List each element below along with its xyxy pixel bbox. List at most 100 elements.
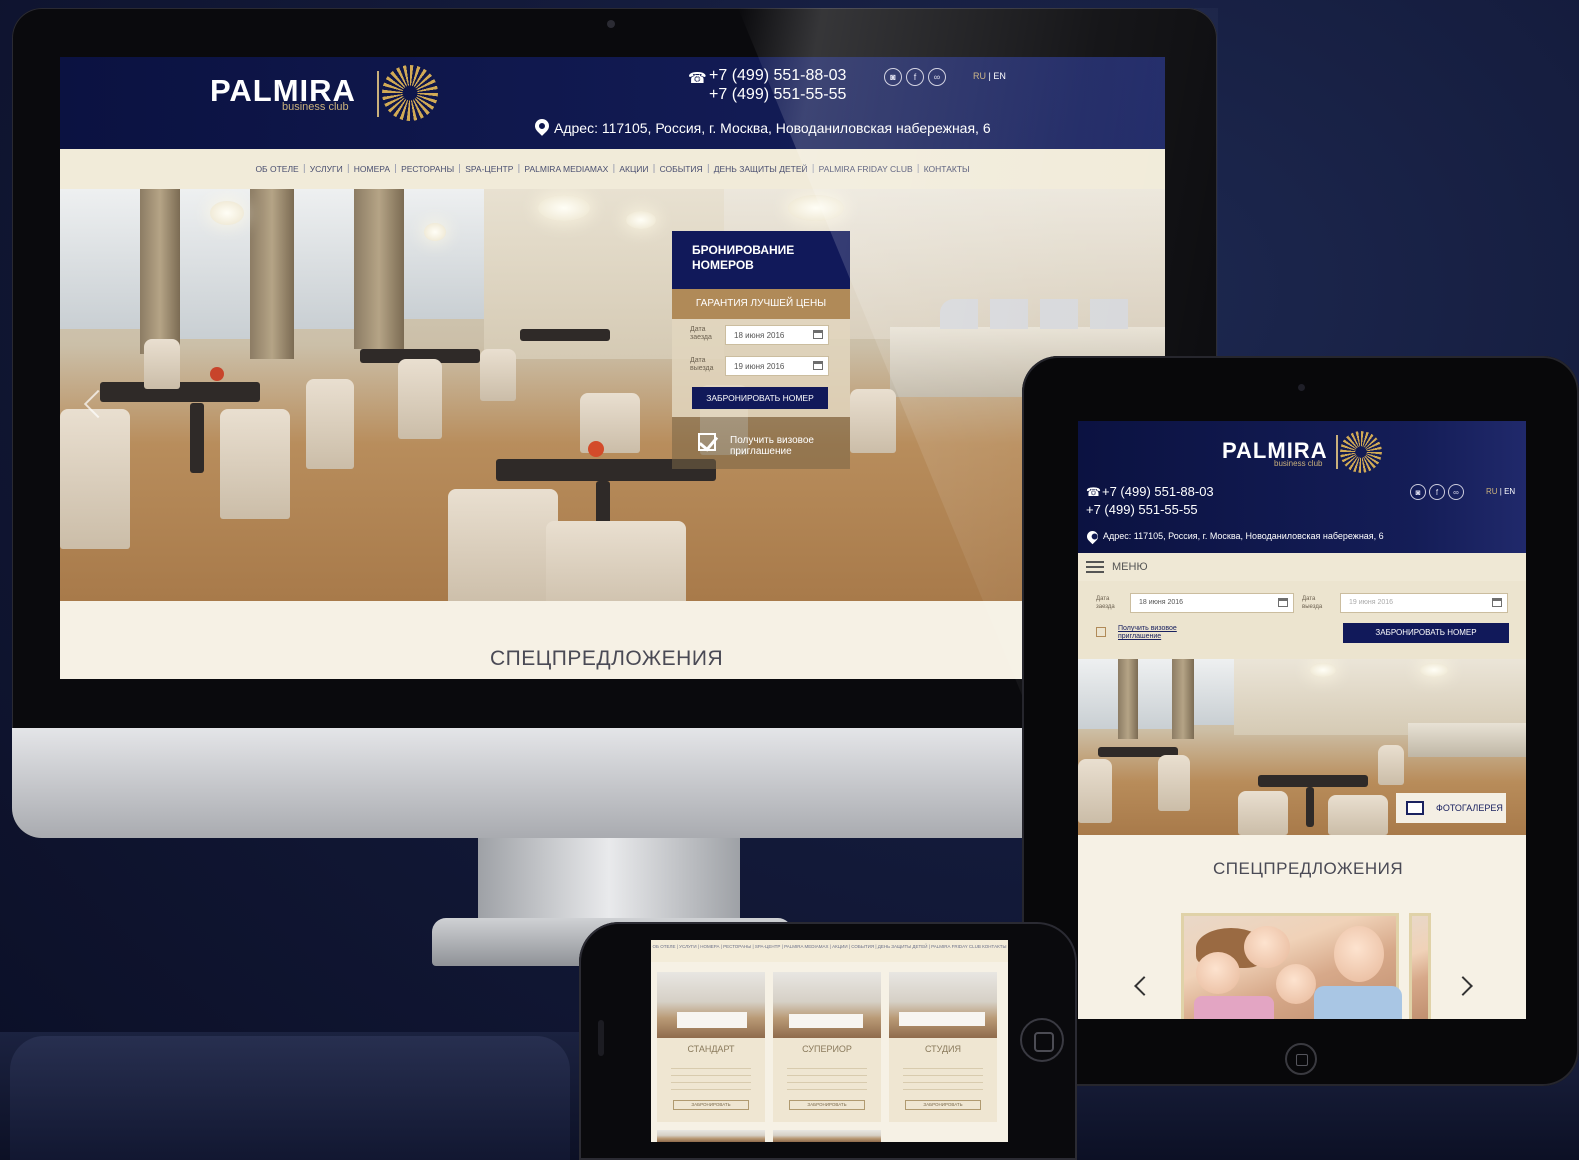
pendant-lamp	[1310, 663, 1336, 677]
best-price-guarantee[interactable]: ГАРАНТИЯ ЛУЧШЕЙ ЦЕНЫ	[672, 289, 850, 319]
room-card-standard[interactable]: СТАНДАРТ ЗАБРОНИРОВАТЬ	[657, 972, 765, 1122]
nav-restaurants[interactable]: РЕСТОРАНЫ	[397, 164, 458, 174]
nav-friday-club[interactable]: PALMIRA FRIDAY CLUB	[815, 164, 917, 174]
pendant-lamp	[626, 211, 656, 229]
phone-2[interactable]: +7 (499) 551-55-55	[1086, 502, 1198, 517]
nav-about[interactable]: ОБ ОТЕЛЕ	[251, 164, 302, 174]
arrival-date-field[interactable]: 18 июня 2016	[1130, 593, 1294, 613]
buffet-dishes	[940, 299, 1140, 329]
calendar-icon[interactable]	[1278, 598, 1288, 607]
pendant-lamp	[210, 201, 244, 225]
location-pin-icon	[532, 116, 552, 136]
instagram-icon[interactable]: ◙	[884, 68, 902, 86]
tripadvisor-icon[interactable]: ∞	[928, 68, 946, 86]
desk-reflection	[10, 1036, 570, 1160]
carousel-prev-icon[interactable]	[1134, 976, 1154, 996]
departure-date-field[interactable]: 19 июня 2016	[1340, 593, 1508, 613]
room-card-superior[interactable]: СУПЕРИОР ЗАБРОНИРОВАТЬ	[773, 972, 881, 1122]
chair	[480, 349, 516, 401]
window	[1194, 659, 1234, 725]
facebook-icon[interactable]: f	[906, 68, 924, 86]
nav-contacts[interactable]: КОНТАКТЫ	[920, 164, 974, 174]
menu-label[interactable]: МЕНЮ	[1112, 561, 1148, 573]
pendant-lamp	[788, 195, 844, 221]
nav-children-day[interactable]: ДЕНЬ ЗАЩИТЫ ДЕТЕЙ	[710, 164, 812, 174]
nav-promotions[interactable]: АКЦИИ	[615, 164, 652, 174]
book-room-button[interactable]: ЗАБРОНИРОВАТЬ НОМЕР	[692, 387, 828, 409]
nav-services[interactable]: УСЛУГИ	[306, 164, 347, 174]
nav-spa[interactable]: SPA-ЦЕНТР	[461, 164, 517, 174]
photo-gallery-label: ФОТОГАЛЕРЕЯ	[1436, 803, 1503, 813]
nav-friday-club[interactable]: PALMIRA FRIDAY CLUB	[931, 944, 981, 949]
offer-next-photo[interactable]	[1409, 913, 1431, 1019]
tablet-home-button[interactable]	[1285, 1043, 1317, 1075]
special-offers-heading: СПЕЦПРЕДЛОЖЕНИЯ	[1213, 859, 1404, 878]
imac-camera	[607, 20, 615, 28]
curtain	[354, 189, 404, 349]
hamburger-menu-icon[interactable]	[1086, 561, 1104, 573]
nav-contacts[interactable]: КОНТАКТЫ	[982, 944, 1006, 949]
nav-events[interactable]: СОБЫТИЯ	[656, 164, 707, 174]
chair	[398, 359, 442, 439]
visa-checkbox[interactable]	[1096, 627, 1106, 637]
tablet-menu-bar[interactable]: МЕНЮ	[1078, 553, 1526, 581]
instagram-icon[interactable]: ◙	[1410, 484, 1426, 500]
nav-restaurants[interactable]: РЕСТОРАНЫ	[723, 944, 751, 949]
visa-invitation-text: Получить визовое приглашение	[730, 435, 814, 457]
nav-events[interactable]: СОБЫТИЯ	[851, 944, 874, 949]
table-leg	[190, 403, 204, 473]
phone-1[interactable]: +7 (499) 551-88-03	[1102, 484, 1214, 499]
hero-restaurant-photo	[60, 189, 1165, 601]
phone-site: ОБ ОТЕЛЕ | УСЛУГИ | НОМЕРА | РЕСТОРАНЫ |…	[651, 940, 1008, 1142]
special-offers-section: СПЕЦПРЕДЛОЖЕНИЯ	[1078, 835, 1526, 1019]
chair	[144, 339, 180, 389]
nav-mediamax[interactable]: PALMIRA MEDIAMAX	[784, 944, 828, 949]
offer-family-photo[interactable]	[1181, 913, 1402, 1019]
room-name: СУПЕРИОР	[802, 1044, 852, 1054]
curtain	[1118, 659, 1138, 739]
tripadvisor-icon[interactable]: ∞	[1448, 484, 1464, 500]
face	[1244, 926, 1290, 968]
lang-ru[interactable]: RU	[1486, 487, 1498, 496]
nav-children-day[interactable]: ДЕНЬ ЗАЩИТЫ ДЕТЕЙ	[878, 944, 928, 949]
carousel-next-icon[interactable]	[1453, 976, 1473, 996]
chair	[1328, 795, 1388, 835]
room-card-studio[interactable]: СТУДИЯ ЗАБРОНИРОВАТЬ	[889, 972, 997, 1122]
nav-spa[interactable]: SPA-ЦЕНТР	[755, 944, 781, 949]
phone-1[interactable]: +7 (499) 551-88-03	[709, 67, 846, 85]
chair	[448, 489, 558, 601]
photo-gallery-button[interactable]: ФОТОГАЛЕРЕЯ	[1396, 793, 1506, 823]
visa-invitation[interactable]: Получить визовое приглашение	[672, 417, 850, 469]
booking-widget: БРОНИРОВАНИЕ НОМЕРОВ ГАРАНТИЯ ЛУЧШЕЙ ЦЕН…	[672, 231, 850, 503]
bed	[789, 1014, 863, 1028]
book-room-button[interactable]: ЗАБРОНИРОВАТЬ НОМЕР	[1343, 623, 1509, 643]
facebook-icon[interactable]: f	[1429, 484, 1445, 500]
nav-rooms[interactable]: НОМЕРА	[350, 164, 394, 174]
phone-icon: ☎	[688, 69, 707, 87]
book-room-button[interactable]: ЗАБРОНИРОВАТЬ	[905, 1100, 981, 1110]
book-room-button[interactable]: ЗАБРОНИРОВАТЬ	[789, 1100, 865, 1110]
room-photo	[773, 1130, 881, 1142]
nav-mediamax[interactable]: PALMIRA MEDIAMAX	[520, 164, 612, 174]
booking-title: БРОНИРОВАНИЕ НОМЕРОВ	[672, 231, 850, 289]
address: Адрес: 117105, Россия, г. Москва, Новода…	[1103, 531, 1384, 541]
sun-logo-icon	[382, 65, 438, 121]
nav-about[interactable]: ОБ ОТЕЛЕ	[653, 944, 676, 949]
chair	[1238, 791, 1288, 835]
phone-2[interactable]: +7 (499) 551-55-55	[709, 86, 846, 104]
nav-services[interactable]: УСЛУГИ	[679, 944, 696, 949]
face	[1196, 952, 1240, 994]
calendar-icon[interactable]	[1492, 598, 1502, 607]
book-room-button[interactable]: ЗАБРОНИРОВАТЬ	[673, 1100, 749, 1110]
calendar-icon[interactable]	[813, 330, 823, 339]
nav-promotions[interactable]: АКЦИИ	[832, 944, 847, 949]
lang-en[interactable]: EN	[993, 71, 1006, 81]
lang-en[interactable]: EN	[1504, 487, 1515, 496]
table	[1258, 775, 1368, 787]
phone-home-button[interactable]	[1020, 1018, 1064, 1062]
curtain	[1172, 659, 1194, 739]
nav-rooms[interactable]: НОМЕРА	[700, 944, 719, 949]
visa-invitation-link[interactable]: Получить визовое приглашение	[1118, 625, 1208, 641]
calendar-icon[interactable]	[813, 361, 823, 370]
lang-ru[interactable]: RU	[973, 71, 986, 81]
